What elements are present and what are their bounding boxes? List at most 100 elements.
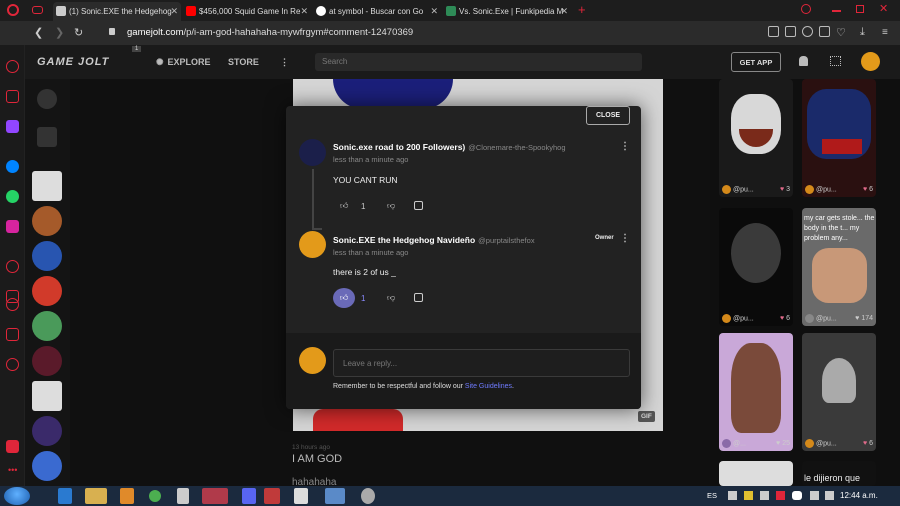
comment-options-icon[interactable]: ⋮ [620,233,630,244]
friends-icon[interactable] [830,56,841,66]
discord-tray-icon[interactable] [792,491,802,500]
community-avatar[interactable] [32,311,62,341]
close-button[interactable]: CLOSE [586,106,630,125]
reply-icon[interactable] [414,201,423,210]
post-thumbnail[interactable]: @... ♥ 25 [719,333,793,451]
tray-icon[interactable] [776,491,785,500]
commenter-avatar[interactable] [299,231,326,258]
tab-sonic-exe[interactable]: (1) Sonic.EXE the Hedgehog ✕ [53,2,181,21]
bell-icon[interactable] [799,56,808,66]
gamepad-icon[interactable] [32,6,43,14]
forward-icon[interactable]: ❯ [55,26,64,39]
thumbs-up-active-button[interactable]: 👍︎ [333,288,355,308]
post-thumbnail[interactable]: @pu... ♥ 6 [719,208,793,326]
get-app-button[interactable]: GET APP [731,52,781,72]
heart-icon[interactable]: ♡ [836,26,846,39]
post-thumbnail[interactable]: @pu... ♥ 6 [802,333,876,451]
post-thumbnail[interactable] [719,461,793,486]
nav-store[interactable]: STORE [228,57,259,67]
adblock-icon[interactable] [802,26,813,37]
app-icon[interactable] [264,488,280,504]
restore-icon[interactable] [856,5,864,13]
opera-taskbar-button[interactable] [202,488,228,504]
volume-icon[interactable] [760,491,769,500]
tray-icon[interactable] [825,491,834,500]
comment-options-icon[interactable]: ⋮ [620,141,630,152]
ie-icon[interactable] [58,488,72,504]
community-avatar[interactable] [32,346,62,376]
community-avatar[interactable] [32,416,62,446]
discord-icon[interactable] [242,488,256,504]
start-button[interactable] [4,487,30,505]
community-avatar[interactable] [32,241,62,271]
tray-icon[interactable] [728,491,737,500]
tab-funkipedia[interactable]: Vs. Sonic.Exe | Funkipedia M ✕ [443,2,571,21]
speed-dial-icon[interactable] [6,60,19,73]
player-icon[interactable] [6,260,19,273]
media-player-icon[interactable] [120,488,134,504]
gamejolt-logo[interactable]: GAME JOLT [37,56,109,68]
download-icon[interactable]: ⤓ [860,26,865,39]
url-field[interactable]: gamejolt.com/p/i-am-god-hahahaha-mywfrgy… [127,27,413,38]
back-icon[interactable]: ❮ [34,26,43,39]
messenger-icon[interactable] [6,160,19,173]
home-rail-icon[interactable] [37,89,57,109]
post-thumbnail[interactable]: le dijieron que [802,461,876,486]
language-indicator[interactable]: ES [707,491,717,500]
clock[interactable]: 12:44 a.m. [840,491,878,500]
tab-google-search[interactable]: at symbol - Buscar con Go ✕ [313,2,441,21]
minimize-icon[interactable] [832,10,841,12]
history-icon[interactable] [6,298,19,311]
search-input[interactable]: Search [315,53,642,71]
vpn-icon[interactable] [819,26,830,37]
community-avatar[interactable] [32,451,62,481]
post-thumbnail[interactable]: my car gets stole... the body in the t..… [802,208,876,326]
twitch-icon[interactable] [6,120,19,133]
tab-squid-game[interactable]: $456,000 Squid Game In Re ✕ [183,2,311,21]
more-menu-icon[interactable]: ⋮ [280,57,289,68]
nav-explore[interactable]: ✺ EXPLORE [156,57,211,68]
site-guidelines-link[interactable]: Site Guidelines [465,383,512,390]
comment-author[interactable]: Sonic.exe road to 200 Followers) @Clonema… [333,142,566,152]
new-tab-button[interactable]: + [578,2,586,17]
comment-author[interactable]: Sonic.EXE the Hedgehog Navideño @purptail… [333,235,535,245]
more-icon[interactable]: ••• [8,465,17,475]
community-avatar[interactable] [32,171,62,201]
chrome-icon[interactable] [149,490,161,502]
community-avatar[interactable] [32,206,62,236]
shopping-icon[interactable] [6,90,19,103]
close-tab-icon[interactable]: ✕ [430,6,438,17]
user-avatar[interactable] [861,52,880,71]
app-icon[interactable] [325,488,345,504]
post-thumbnail[interactable]: @pu... ♥ 3 [719,79,793,197]
tray-icon[interactable] [744,491,753,500]
whatsapp-icon[interactable] [6,190,19,203]
instagram-icon[interactable] [6,220,19,233]
explorer-icon[interactable] [85,488,107,504]
send-icon[interactable] [768,26,779,37]
close-window-icon[interactable]: ✕ [879,2,888,15]
close-tab-icon[interactable]: ✕ [170,6,178,17]
browse-rail-icon[interactable] [37,127,57,147]
gear-icon[interactable] [6,358,19,371]
reply-input[interactable]: Leave a reply... [333,349,630,377]
community-avatar[interactable] [32,276,62,306]
app-icon[interactable] [361,488,375,504]
sidebar-setup-icon[interactable] [6,440,19,453]
close-tab-icon[interactable]: ✕ [300,6,308,17]
network-icon[interactable] [810,491,819,500]
camera-icon[interactable] [785,26,796,37]
reply-icon[interactable] [414,293,423,302]
reload-icon[interactable]: ↻ [74,26,83,39]
thumbs-down-icon[interactable]: 👎︎ [387,293,395,303]
opera-logo-icon[interactable] [7,4,19,16]
thumbs-down-icon[interactable]: 👎︎ [387,201,395,211]
thumbs-up-icon[interactable]: 👍︎ [340,201,348,211]
settings-icon[interactable]: ≡ [882,27,888,38]
close-tab-icon[interactable]: ✕ [560,6,568,17]
extensions-icon[interactable] [6,328,19,341]
community-avatar[interactable] [32,381,62,411]
app-icon[interactable] [177,488,189,504]
commenter-avatar[interactable] [299,139,326,166]
post-thumbnail[interactable]: @pu... ♥ 6 [802,79,876,197]
